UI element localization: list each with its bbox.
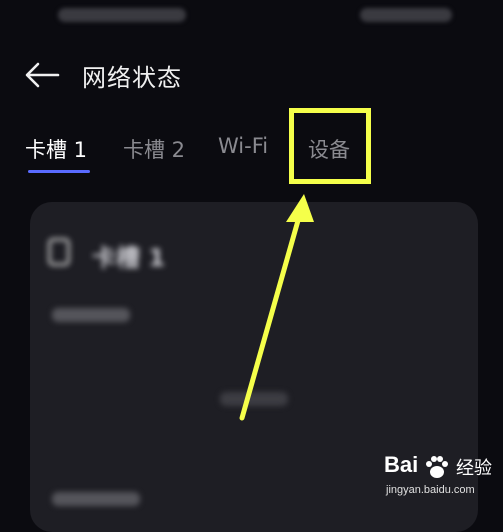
status-bar	[0, 0, 503, 36]
sim-card-icon	[48, 238, 70, 266]
arrow-left-icon[interactable]	[22, 60, 62, 90]
tab-slot-2[interactable]: 卡槽 2	[123, 134, 185, 164]
watermark-brand: Bai	[384, 452, 419, 477]
tab-slot-1[interactable]: 卡槽 1	[25, 134, 87, 164]
tab-bar: 卡槽 1 卡槽 2 Wi-Fi 设备	[0, 134, 503, 178]
blurred-text-line	[220, 392, 288, 406]
watermark-cn: 经验	[456, 458, 492, 479]
card-title: 卡槽 1	[92, 244, 166, 272]
page-title: 网络状态	[82, 64, 182, 92]
status-bar-left-blurred	[58, 8, 186, 22]
watermark-url: jingyan.baidu.com	[386, 484, 475, 496]
active-tab-indicator	[28, 170, 90, 173]
header: 网络状态	[0, 48, 503, 104]
annotation-highlight-box	[289, 108, 371, 184]
blurred-text-line	[52, 308, 130, 322]
status-bar-right-blurred	[360, 8, 452, 22]
tab-wifi[interactable]: Wi-Fi	[218, 134, 268, 158]
paw-icon	[426, 456, 448, 478]
blurred-text-line	[52, 492, 140, 506]
baidu-watermark: Bai 经验 jingyan.baidu.com	[384, 452, 500, 508]
